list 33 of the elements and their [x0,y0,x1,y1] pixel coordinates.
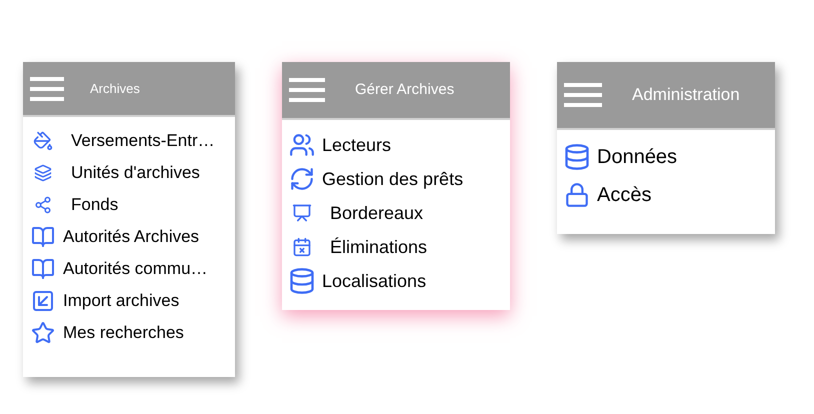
menu-icon[interactable] [289,78,325,102]
star-icon [31,321,55,345]
menu-item[interactable]: Gestion des prêts [322,166,464,192]
menu-icon[interactable] [564,83,602,107]
menu-item[interactable]: Autorités Archives [63,224,200,250]
menu-item[interactable]: Localisations [322,268,426,294]
lock-icon [564,182,590,208]
menu-item[interactable]: Bordereaux [330,200,424,226]
menu-title: Archives [90,80,140,98]
book-icon [31,257,55,281]
book-icon [31,225,55,249]
menu-item[interactable]: Données [597,142,678,172]
share-nodes-icon [34,196,52,214]
menu-icon[interactable] [30,76,64,100]
refresh-icon [289,166,315,192]
menu-item[interactable]: Éliminations [330,234,428,260]
paint-bucket-icon [33,131,53,151]
menu-item[interactable]: Import archives [63,288,180,314]
layers-icon [34,164,52,182]
menu-item[interactable]: Fonds [71,192,118,218]
menu-item[interactable]: Lecteurs [322,132,392,158]
database-icon [288,267,316,295]
menu-item[interactable]: Autorités commu… [63,256,208,282]
menu-item[interactable]: Mes recherches [63,320,184,346]
menu-title: Administration [632,84,740,106]
menu-item[interactable]: Accès [597,180,652,210]
database-icon [563,143,591,171]
users-icon [289,132,315,158]
menu-item[interactable]: Versements-Entr… [71,128,215,154]
menu-title: Gérer Archives [355,80,454,100]
calendar-x-icon [292,237,312,257]
presenter-icon [292,203,312,223]
menu-item[interactable]: Unités d'archives [71,160,200,186]
